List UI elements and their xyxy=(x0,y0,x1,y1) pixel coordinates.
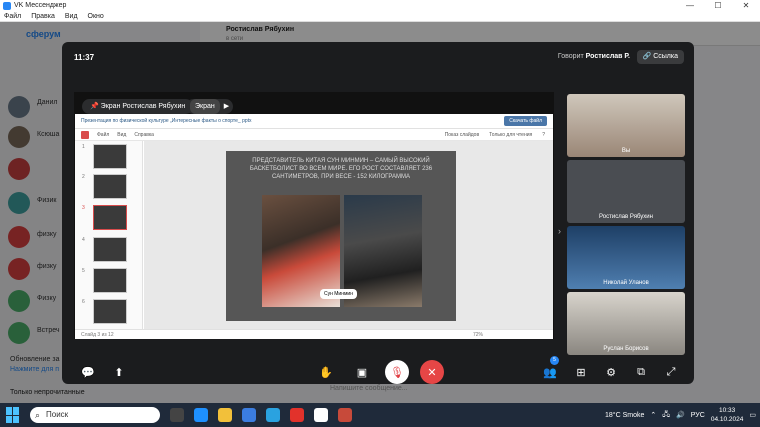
speaking-name: Ростислав Р. xyxy=(585,53,630,60)
start-button[interactable] xyxy=(6,407,22,423)
thumb-number: 4 xyxy=(82,237,85,243)
thumb-number: 1 xyxy=(82,144,85,150)
microphone-muted-icon[interactable]: 🎙 xyxy=(385,360,409,384)
language-indicator[interactable]: РУС xyxy=(691,412,705,419)
menu-bar: Файл Правка Вид Окно xyxy=(0,11,760,22)
slide-thumbnails: 1 2 3 4 5 6 xyxy=(75,141,143,329)
presentation-file-title: Презентация по физической культуре „Инте… xyxy=(81,118,252,124)
participant-name: Николай Уланов xyxy=(603,280,649,286)
clock-date: 04.10.2024 xyxy=(710,416,744,423)
raise-hand-icon[interactable]: ✋ xyxy=(314,360,338,384)
task-view-icon[interactable] xyxy=(170,408,184,422)
picture-in-picture-icon[interactable]: ⧉ xyxy=(629,360,653,384)
presentation-viewer: Презентация по физической культуре „Инте… xyxy=(75,114,553,339)
share-screen-icon[interactable]: ⬆ xyxy=(107,360,131,384)
thumb-number: 6 xyxy=(82,299,85,305)
store-icon[interactable] xyxy=(266,408,280,422)
yandex-icon[interactable] xyxy=(290,408,304,422)
slideshow-button[interactable]: Показ слайдов xyxy=(445,132,479,138)
file-explorer-icon[interactable] xyxy=(218,408,232,422)
tool-help[interactable]: Справка xyxy=(134,132,154,138)
notifications-icon[interactable]: ▭ xyxy=(749,411,756,419)
read-only-label: Только для чтения xyxy=(489,131,533,138)
app-icon xyxy=(3,1,11,10)
taskbar: Поиск 18°C Smoke ⌃ 🖧 🔊 РУС 10:33 04.10.2… xyxy=(0,403,760,427)
close-window-button[interactable]: ✕ xyxy=(732,0,760,11)
participant-name: Ростислав Рябухин xyxy=(599,214,653,220)
help-icon[interactable]: ? xyxy=(542,132,545,138)
chevron-right-icon[interactable]: › xyxy=(558,226,561,236)
system-tray: 18°C Smoke ⌃ 🖧 🔊 РУС 10:33 04.10.2024 ▭ xyxy=(605,403,756,427)
speaking-label: Говорит xyxy=(557,53,584,60)
slide-thumb[interactable] xyxy=(93,174,127,199)
grid-layout-icon[interactable]: ⊞ xyxy=(569,360,593,384)
participants-icon[interactable]: 👥 xyxy=(538,360,562,384)
view-switch[interactable]: Экран ▶ xyxy=(186,99,234,114)
presentation-toolbar: Файл Вид Справка Показ слайдов Только дл… xyxy=(75,129,553,141)
participant-tile[interactable]: Ростислав Рябухин xyxy=(567,160,685,223)
camera-icon[interactable]: ▣ xyxy=(350,360,374,384)
tool-file[interactable]: Файл xyxy=(97,132,109,138)
edge-icon[interactable] xyxy=(194,408,208,422)
volume-icon[interactable]: 🔊 xyxy=(676,411,685,419)
zoom-level[interactable]: 72% xyxy=(473,332,483,338)
maximize-button[interactable]: ☐ xyxy=(704,0,732,11)
menu-file[interactable]: Файл xyxy=(4,13,21,20)
call-timer: 11:37 xyxy=(74,53,95,62)
tool-view[interactable]: Вид xyxy=(117,132,126,138)
clock-time: 10:33 xyxy=(718,407,736,414)
app-logo-icon xyxy=(81,130,89,139)
chevron-up-icon[interactable]: ⌃ xyxy=(650,411,656,419)
participant-tile[interactable]: Руслан Борисов xyxy=(567,292,685,355)
participant-name: Руслан Борисов xyxy=(603,346,649,352)
taskbar-search[interactable]: Поиск xyxy=(30,407,160,423)
yandex-browser-icon[interactable] xyxy=(314,408,328,422)
screen-view-label[interactable]: Экран xyxy=(190,99,220,114)
participant-tile[interactable]: Вы xyxy=(567,94,685,157)
window-title: VK Мессенджер xyxy=(14,2,67,9)
slide-thumb-selected[interactable] xyxy=(93,205,127,230)
title-bar: VK Мессенджер — ☐ ✕ xyxy=(0,0,760,11)
chat-icon[interactable]: 💬 xyxy=(76,360,100,384)
participant-tile[interactable]: Николай Уланов xyxy=(567,226,685,289)
slide-thumb[interactable] xyxy=(93,299,127,324)
photo-caption: Сун Минмин xyxy=(320,289,357,299)
thumb-number: 5 xyxy=(82,268,85,274)
fullscreen-icon[interactable]: ⤢ xyxy=(659,360,683,384)
thumb-number: 3 xyxy=(82,205,85,211)
settings-icon[interactable]: ⚙ xyxy=(599,360,623,384)
slide-thumb[interactable] xyxy=(93,144,127,169)
participant-name: Вы xyxy=(621,148,631,154)
download-file-button[interactable]: Скачать файл xyxy=(504,116,547,126)
menu-edit[interactable]: Правка xyxy=(31,13,55,20)
window-controls: — ☐ ✕ xyxy=(676,0,760,11)
mail-icon[interactable] xyxy=(242,408,256,422)
vk-messenger-icon[interactable] xyxy=(338,408,352,422)
slide-canvas: ПРЕДСТАВИТЕЛЬ КИТАЯ СУН МИНМИН – САМЫЙ В… xyxy=(144,141,553,329)
presentation-status-bar: Слайд 3 из 12 72% xyxy=(75,329,553,339)
current-slide: ПРЕДСТАВИТЕЛЬ КИТАЯ СУН МИНМИН – САМЫЙ В… xyxy=(226,151,456,321)
presentation-header: Презентация по физической культуре „Инте… xyxy=(75,114,553,129)
clock[interactable]: 10:33 04.10.2024 xyxy=(711,406,744,424)
menu-view[interactable]: Вид xyxy=(65,13,78,20)
network-icon[interactable]: 🖧 xyxy=(662,410,670,421)
minimize-button[interactable]: — xyxy=(676,0,704,11)
slide-thumb[interactable] xyxy=(93,268,127,293)
app-window: сферум Данил Ксюша Физик физку физку Физ… xyxy=(0,22,760,403)
call-window: 11:37 Говорит Ростислав Р. 🔗 Ссылка През… xyxy=(62,42,694,384)
thumb-number: 2 xyxy=(82,174,85,180)
copy-link-button[interactable]: 🔗 Ссылка xyxy=(636,50,684,64)
slide-thumb[interactable] xyxy=(93,237,127,262)
slide-text: ПРЕДСТАВИТЕЛЬ КИТАЯ СУН МИНМИН – САМЫЙ В… xyxy=(249,158,433,180)
slide-counter: Слайд 3 из 12 xyxy=(81,332,114,338)
menu-window[interactable]: Окно xyxy=(88,13,104,20)
end-call-button[interactable]: ✕ xyxy=(420,360,444,384)
camera-view-icon[interactable]: ▶ xyxy=(224,99,229,114)
screen-share-owner-pill: 📌 Экран Ростислав Рябухин xyxy=(82,99,194,114)
share-owner-label: Экран Ростислав Рябухин xyxy=(100,103,186,110)
copy-link-label: Ссылка xyxy=(653,53,678,60)
weather-widget[interactable]: 18°C Smoke xyxy=(605,412,644,419)
participants-count-badge: 5 xyxy=(550,356,559,365)
speaking-indicator: Говорит Ростислав Р. xyxy=(558,53,630,60)
